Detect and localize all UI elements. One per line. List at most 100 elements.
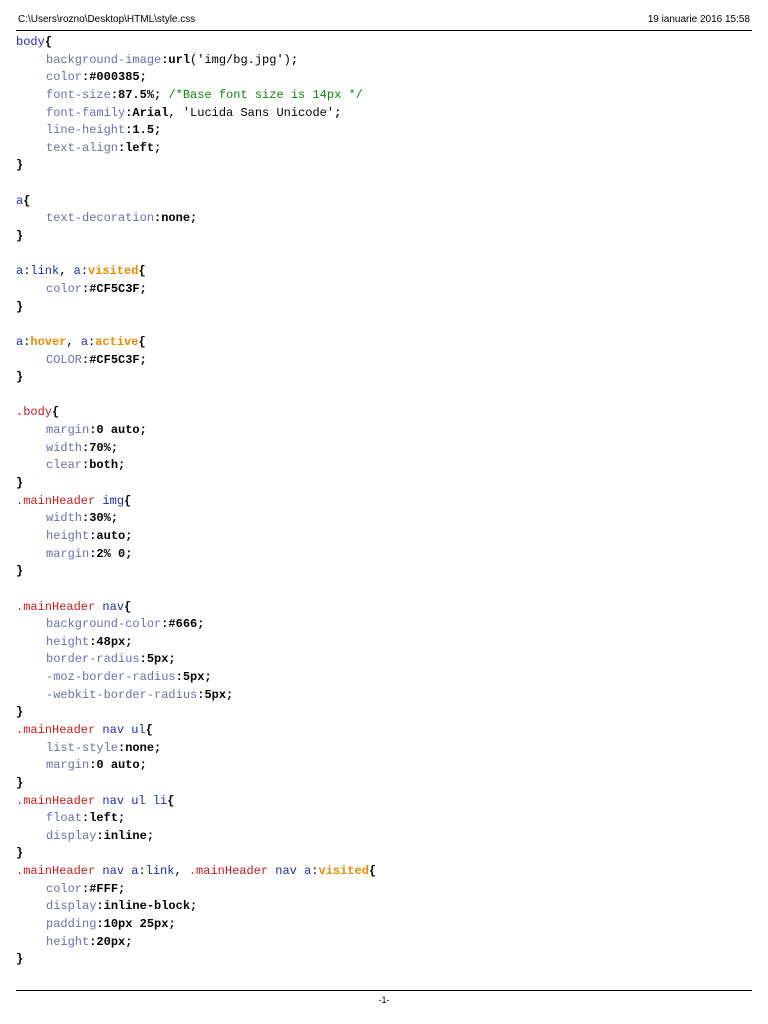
code-property: float [46, 811, 83, 826]
code-comment: /*Base font size is 14px */ [168, 87, 363, 102]
code-text: : [80, 264, 89, 279]
code-punctuation: { [124, 493, 132, 508]
code-line: -moz-border-radius:5px; [16, 669, 752, 687]
code-property: margin [46, 546, 90, 561]
code-selector: link [145, 864, 175, 879]
code-line: height:auto; [16, 528, 752, 546]
code-property: line-height [46, 123, 126, 138]
code-value: #000385 [89, 70, 140, 85]
code-line: background-color:#666; [16, 616, 752, 634]
code-pseudo-class: hover [30, 334, 67, 349]
code-line: text-align:left; [16, 140, 752, 158]
code-property: font-family [46, 105, 126, 120]
code-line: list-style:none; [16, 740, 752, 758]
code-property: color [46, 881, 83, 896]
code-line: } [16, 704, 752, 722]
code-pseudo-class: active [95, 334, 139, 349]
code-value: none [125, 740, 155, 755]
code-value: 2% 0 [96, 546, 126, 561]
code-line: .mainHeader nav{ [16, 599, 752, 617]
code-property: -moz-border-radius [46, 670, 176, 685]
code-punctuation: ; [110, 440, 119, 455]
file-path: C:\Users\rozno\Desktop\HTML\style.css [18, 14, 196, 25]
code-line: float:left; [16, 810, 752, 828]
code-line: color:#CF5C3F; [16, 281, 752, 299]
code-pseudo-class: visited [318, 864, 369, 879]
code-line: display:inline-block; [16, 898, 752, 916]
code-class-selector: .mainHeader [16, 599, 103, 614]
code-value: 1.5 [132, 123, 155, 138]
code-line: width:30%; [16, 510, 752, 528]
code-punctuation: ; [125, 934, 133, 949]
code-property: width [46, 440, 83, 455]
code-line: height:48px; [16, 634, 752, 652]
code-punctuation: } [16, 952, 24, 967]
code-line: } [16, 228, 752, 246]
code-punctuation: ; [154, 123, 162, 138]
code-punctuation: ; [118, 881, 126, 896]
code-value: #CF5C3F [89, 352, 140, 367]
code-punctuation: } [16, 299, 24, 314]
page-header: C:\Users\rozno\Desktop\HTML\style.css 19… [18, 14, 750, 30]
code-line: width:70%; [16, 440, 752, 458]
code-punctuation: } [16, 370, 24, 385]
code-line: } [16, 845, 752, 863]
code-value: 5px [182, 670, 205, 685]
code-value: 87.5% [118, 87, 155, 102]
code-property: height [46, 934, 90, 949]
code-property: padding [46, 917, 97, 932]
code-punctuation: ; [154, 140, 162, 155]
code-property: width [46, 511, 83, 526]
code-punctuation: ; [204, 670, 212, 685]
code-punctuation: ; [125, 528, 133, 543]
code-property: font-size [46, 87, 111, 102]
code-line: font-family:Arial, 'Lucida Sans Unicode'… [16, 105, 752, 123]
code-line: a{ [16, 193, 752, 211]
code-line: color:#FFF; [16, 881, 752, 899]
code-punctuation: : [175, 670, 183, 685]
code-line: padding:10px 25px; [16, 916, 752, 934]
code-property: height [46, 528, 90, 543]
code-punctuation: { [44, 35, 53, 49]
code-class-selector: .mainHeader [16, 493, 103, 508]
code-punctuation: : [110, 87, 119, 102]
code-value: Arial [132, 105, 169, 120]
code-punctuation: : [96, 917, 104, 932]
code-value: inline [103, 828, 147, 843]
code-punctuation: ; [139, 70, 147, 85]
code-value: 5px [204, 687, 227, 702]
code-value: 48px [96, 634, 126, 649]
code-punctuation: { [23, 193, 31, 208]
code-punctuation: { [138, 264, 146, 279]
code-punctuation: ; [168, 652, 176, 667]
page-number: -1- [378, 995, 390, 1005]
code-class-selector: .body [16, 405, 53, 420]
code-punctuation: { [138, 334, 146, 349]
code-line: } [16, 299, 752, 317]
code-property: text-align [46, 140, 119, 155]
code-punctuation: } [16, 705, 24, 720]
code-line: margin:0 auto; [16, 422, 752, 440]
code-line: .mainHeader img{ [16, 493, 752, 511]
code-punctuation: ; [110, 511, 119, 526]
code-value: url [168, 52, 191, 67]
code-class-selector: .mainHeader [16, 864, 103, 879]
code-text: ('img/bg.jpg') [190, 52, 291, 67]
code-selector: a [80, 334, 89, 349]
code-punctuation: ; [334, 105, 342, 120]
code-listing: body{background-image:url('img/bg.jpg');… [16, 34, 752, 969]
code-selector: nav a [102, 864, 139, 879]
code-punctuation: ; [290, 52, 299, 67]
code-value: #666 [168, 617, 198, 632]
code-pseudo-class: visited [88, 264, 139, 279]
code-property: background-color [46, 617, 162, 632]
code-line: } [16, 369, 752, 387]
code-value: 5px [146, 652, 169, 667]
code-line: height:20px; [16, 934, 752, 952]
code-punctuation: ; [168, 917, 176, 932]
code-punctuation: { [368, 864, 377, 879]
code-property: display [46, 899, 97, 914]
code-line: a:hover, a:active{ [16, 334, 752, 352]
